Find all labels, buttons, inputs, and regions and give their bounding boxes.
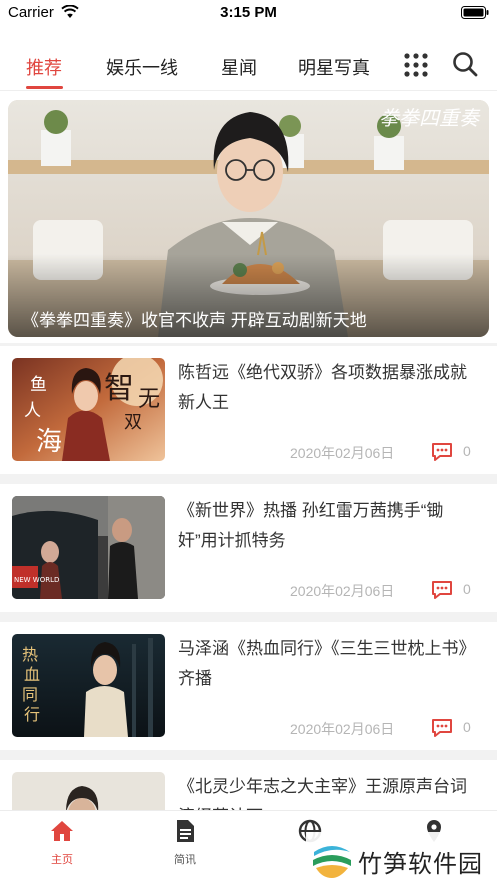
- banner-show-logo: 拳拳四重奏: [379, 106, 479, 130]
- poster-char: 海: [36, 427, 62, 457]
- news-title: 马泽涵《热血同行》《三生三世枕上书》齐播: [178, 639, 476, 688]
- category-tab-bar: 推荐 娱乐一线 星闻 明星写真: [0, 36, 497, 92]
- watermark: 竹笋软件园: [306, 832, 497, 883]
- nav-briefs[interactable]: 简讯: [145, 811, 225, 871]
- news-list-item[interactable]: NEW WORLD 《新世界》热播 孙红雷万茜携手“锄奸”用计抓特务 2020年…: [0, 484, 497, 612]
- news-date: 2020年02月06日: [290, 583, 395, 599]
- featured-banner[interactable]: 拳拳四重奏 《拳拳四重奏》收官不收声 开辟互动剧新天地: [8, 100, 489, 337]
- battery-icon: [461, 6, 489, 19]
- watermark-logo-icon: [311, 837, 353, 879]
- poster-char: 鱼: [30, 375, 47, 395]
- news-thumbnail: NEW WORLD: [12, 496, 165, 599]
- news-list-item[interactable]: 《北灵少年志之大主宰》王源原声台词演绎获认可: [0, 760, 497, 810]
- news-title: 陈哲远《绝代双骄》各项数据暴涨成就新人王: [178, 363, 467, 412]
- comment-count: 0: [463, 443, 471, 459]
- news-date: 2020年02月06日: [290, 445, 395, 461]
- news-thumbnail: 热 血 同 行: [12, 634, 165, 737]
- poster-char: 智: [104, 371, 134, 406]
- news-date: 2020年02月06日: [290, 721, 395, 737]
- comment-icon[interactable]: [431, 442, 453, 462]
- news-list-item[interactable]: 热 血 同 行 马泽涵《热血同行》《三生三世枕上书》齐播 2020年02月06日…: [0, 622, 497, 750]
- nav-home[interactable]: 主页: [22, 811, 102, 871]
- news-list-item[interactable]: 鱼 人 海 智 无 双 陈哲远《绝代双骄》各项数据暴涨成就新人王 2020年02…: [0, 346, 497, 474]
- poster-char: 热: [22, 645, 38, 664]
- document-icon: [177, 820, 194, 842]
- list-separator: [0, 750, 497, 760]
- grid-icon[interactable]: [404, 53, 428, 77]
- poster-char: 血: [24, 665, 40, 684]
- comment-count: 0: [463, 719, 471, 735]
- list-separator: [0, 474, 497, 484]
- active-tab-indicator: [26, 86, 63, 89]
- comment-icon[interactable]: [431, 718, 453, 738]
- poster-char: 无: [138, 387, 160, 412]
- poster-char: 行: [24, 705, 40, 724]
- news-title: 《北灵少年志之大主宰》王源原声台词演绎获认可: [178, 777, 467, 810]
- news-title: 《新世界》热播 孙红雷万茜携手“锄奸”用计抓特务: [178, 501, 444, 550]
- poster-char: 人: [24, 401, 41, 421]
- nav-briefs-label: 简讯: [174, 854, 196, 866]
- poster-char: 同: [22, 685, 38, 704]
- watermark-text: 竹笋软件园: [358, 851, 483, 878]
- comment-count: 0: [463, 581, 471, 597]
- home-icon: [51, 821, 73, 841]
- banner-title: 《拳拳四重奏》收官不收声 开辟互动剧新天地: [22, 311, 367, 330]
- poster-char: 双: [124, 412, 142, 433]
- news-thumbnail: 鱼 人 海 智 无 双: [12, 358, 165, 461]
- tab-recommend[interactable]: 推荐: [26, 54, 62, 80]
- status-bar: Carrier 3:15 PM: [0, 0, 497, 26]
- news-thumbnail: [12, 772, 165, 810]
- tab-star-news[interactable]: 星闻: [221, 54, 257, 80]
- status-time: 3:15 PM: [220, 4, 277, 21]
- tab-star-photos[interactable]: 明星写真: [298, 54, 370, 80]
- list-separator: [0, 612, 497, 622]
- tab-entertainment[interactable]: 娱乐一线: [106, 54, 178, 80]
- nav-home-label: 主页: [51, 854, 73, 866]
- poster-badge: NEW WORLD: [14, 576, 59, 584]
- comment-icon[interactable]: [431, 580, 453, 600]
- banner-image: [8, 100, 489, 337]
- tab-divider: [0, 90, 497, 91]
- search-icon[interactable]: [451, 50, 479, 78]
